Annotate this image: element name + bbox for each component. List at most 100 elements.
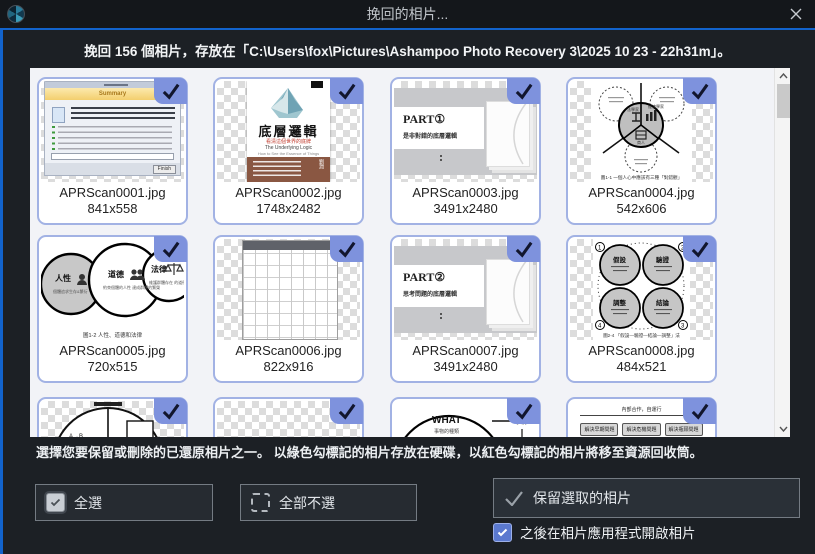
svg-text:道德: 道德 xyxy=(108,269,124,279)
svg-text:WHAT: WHAT xyxy=(432,415,461,426)
photo-dimensions: 3491x2480 xyxy=(392,201,539,217)
photo-card[interactable]: Summary Finish APRScan0001.jpg 841x558 xyxy=(37,77,188,225)
photo-filename: APRScan0003.jpg xyxy=(392,185,539,201)
photo-dimensions: 484x521 xyxy=(568,359,715,375)
part-subtitle: 是非對錯的底層邏輯 xyxy=(403,131,457,140)
check-icon xyxy=(504,490,524,506)
svg-text:法律: 法律 xyxy=(151,264,167,274)
svg-text:維護群體存在 的道德底線: 維護群體存在 的道德底線 xyxy=(149,279,184,285)
check-badge[interactable] xyxy=(330,236,363,262)
photo-filename: APRScan0008.jpg xyxy=(568,343,715,359)
svg-text:驗證: 驗證 xyxy=(656,255,670,264)
check-badge[interactable] xyxy=(330,78,363,104)
check-icon xyxy=(160,240,182,258)
photo-card[interactable]: 假設 驗證 調整 結論 1 2 3 4 圖2-4 「假設—驗證—結論—調整」法 … xyxy=(566,235,717,383)
check-badge[interactable] xyxy=(154,78,187,104)
photo-dimensions: 542x606 xyxy=(568,201,715,217)
check-icon xyxy=(689,82,711,100)
photo-filename: APRScan0006.jpg xyxy=(215,343,362,359)
part-subtitle: 思考問題的底層邏輯 xyxy=(403,289,457,298)
photo-filename: APRScan0004.jpg xyxy=(568,185,715,201)
photo-grid-panel: Summary Finish APRScan0001.jpg 841x558 xyxy=(30,68,790,437)
svg-text:人性: 人性 xyxy=(55,273,71,283)
figure-caption: 圖2-4 「假設—驗證—結論—調整」法 xyxy=(593,333,690,339)
keep-selected-label: 保留選取的相片 xyxy=(533,488,631,508)
book-author: 劉潤 xyxy=(318,159,325,169)
part-title: PART② xyxy=(403,270,445,285)
check-icon xyxy=(336,240,358,258)
check-badge[interactable] xyxy=(154,236,187,262)
photo-filename: APRScan0005.jpg xyxy=(39,343,186,359)
photo-card[interactable]: 內部合作，自運行 解決早期問題 解決危機問題 解決瓶頸問題 xyxy=(566,397,717,437)
scrollbar-thumb[interactable] xyxy=(777,84,790,118)
close-button[interactable] xyxy=(785,4,807,24)
check-icon xyxy=(497,528,508,537)
photo-filename: APRScan0001.jpg xyxy=(39,185,186,201)
chevron-up-icon xyxy=(779,73,788,79)
check-icon xyxy=(336,402,358,420)
venn-diagram-graphic: 法學家 經濟學家 商人 圖1-1 一個人心中應該有三種「對錯觀」 xyxy=(591,81,692,182)
window-title: 挽回的相片... xyxy=(0,0,815,28)
grid-scrollbar[interactable] xyxy=(774,68,790,437)
finish-button-graphic: Finish xyxy=(153,165,176,174)
photo-card[interactable] xyxy=(213,397,364,437)
photo-filename: APRScan0002.jpg xyxy=(215,185,362,201)
checkbox-checked-icon xyxy=(46,493,65,512)
svg-text:法學家: 法學家 xyxy=(627,106,639,112)
deselect-all-label: 全部不選 xyxy=(279,493,335,513)
svg-text:商人: 商人 xyxy=(637,139,645,145)
check-icon xyxy=(513,240,535,258)
scroll-up-button[interactable] xyxy=(775,68,790,84)
close-icon xyxy=(789,7,803,21)
check-badge[interactable] xyxy=(330,398,363,424)
photo-dimensions: 720x515 xyxy=(39,359,186,375)
checkbox-empty-dashed-icon xyxy=(251,493,270,512)
keep-selected-button[interactable]: 保留選取的相片 xyxy=(493,478,800,518)
scroll-down-button[interactable] xyxy=(775,421,790,437)
check-icon xyxy=(160,402,182,420)
svg-text:事物的種類: 事物的種類 xyxy=(434,428,459,435)
check-icon xyxy=(336,82,358,100)
recovered-photos-dialog: { "window": { "title": "挽回的相片..." }, "he… xyxy=(0,0,815,554)
photo-card[interactable]: A→B xyxy=(37,397,188,437)
photo-card[interactable]: WHAT 事物的種類 WHY 事情 xyxy=(390,397,541,437)
check-icon xyxy=(160,82,182,100)
svg-text:調整: 調整 xyxy=(613,298,627,307)
cycle-diagram-graphic: 假設 驗證 調整 結論 1 2 3 4 圖2-4 「假設—驗證—結論—調整」法 xyxy=(593,239,690,340)
check-badge[interactable] xyxy=(683,78,716,104)
check-badge[interactable] xyxy=(683,236,716,262)
check-badge[interactable] xyxy=(507,236,540,262)
photo-card[interactable]: APRScan0006.jpg 822x916 xyxy=(213,235,364,383)
svg-text:個體追求生存&繁衍: 個體追求生存&繁衍 xyxy=(53,288,88,294)
photo-card[interactable]: PART② 思考問題的底層邏輯 APRScan0007.jpg 3491x248… xyxy=(390,235,541,383)
accent-divider xyxy=(0,28,815,30)
photo-card[interactable]: 人性 個體追求生存&繁衍 道德 約束個體的人性 達成群體的繁榮 法律 維護群體存… xyxy=(37,235,188,383)
select-all-label: 全選 xyxy=(74,493,102,513)
diagram-buttons-graphic: 解決早期問題 解決危機問題 解決瓶頸問題 xyxy=(570,423,713,436)
svg-text:經濟學家: 經濟學家 xyxy=(648,103,664,109)
svg-text:A→B: A→B xyxy=(69,434,83,437)
photo-card[interactable]: PART① 是非對錯的底層邏輯 APRScan0003.jpg 3491x248… xyxy=(390,77,541,225)
check-icon xyxy=(689,240,711,258)
check-badge[interactable] xyxy=(507,398,540,424)
open-after-label[interactable]: 之後在相片應用程式開啟相片 xyxy=(520,522,696,542)
table-graphic xyxy=(242,240,338,340)
check-icon xyxy=(689,402,711,420)
book-cover-graphic: 底層邏輯 看清這個世界的底牌 The Underlying Logic How … xyxy=(247,81,330,182)
check-icon xyxy=(513,82,535,100)
chevron-down-icon xyxy=(779,426,788,432)
check-badge[interactable] xyxy=(507,78,540,104)
deselect-all-button[interactable]: 全部不選 xyxy=(240,484,417,521)
check-badge[interactable] xyxy=(154,398,187,424)
recovery-summary-text: 挽回 156 個相片，存放在「C:\Users\fox\Pictures\Ash… xyxy=(0,40,815,60)
photo-card[interactable]: 法學家 經濟學家 商人 圖1-1 一個人心中應該有三種「對錯觀」 APRScan… xyxy=(566,77,717,225)
svg-text:結論: 結論 xyxy=(656,298,670,307)
part-title: PART① xyxy=(403,112,445,127)
page-stack-graphic xyxy=(486,259,530,325)
check-badge[interactable] xyxy=(683,398,716,424)
check-icon xyxy=(513,402,535,420)
page-stack-graphic xyxy=(486,101,530,167)
open-after-checkbox[interactable] xyxy=(493,523,512,542)
select-all-button[interactable]: 全選 xyxy=(35,484,213,521)
photo-card[interactable]: 底層邏輯 看清這個世界的底牌 The Underlying Logic How … xyxy=(213,77,364,225)
